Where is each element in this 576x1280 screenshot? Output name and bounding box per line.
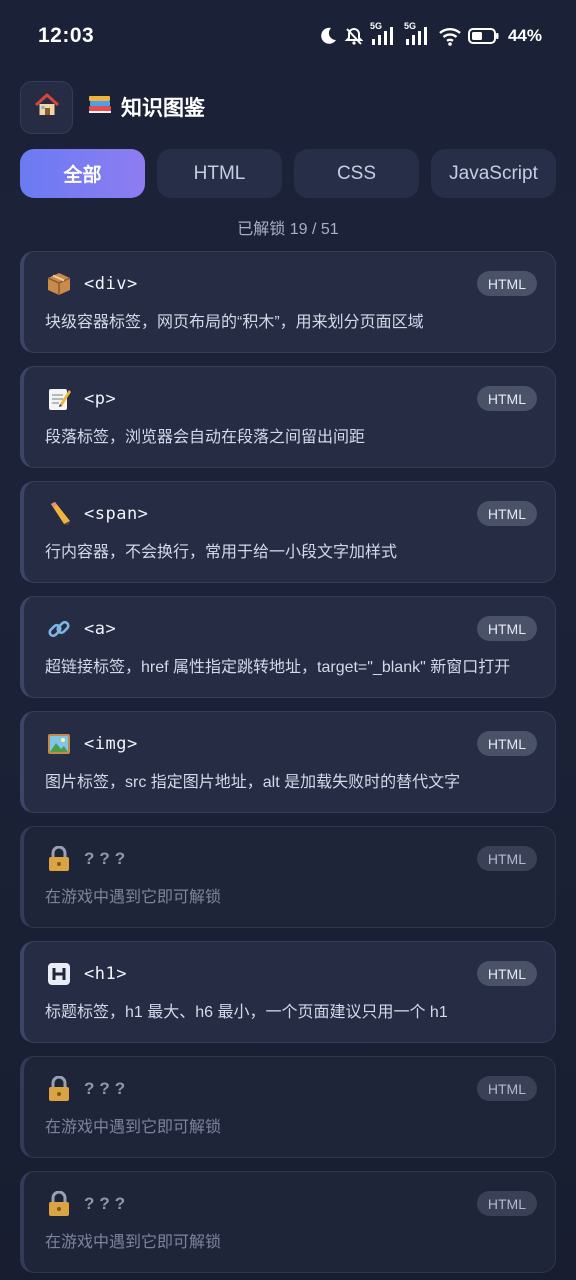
bell-off-icon [344, 26, 364, 46]
card-description: 在游戏中遇到它即可解锁 [45, 1234, 222, 1251]
card-name: ??? [84, 1079, 131, 1098]
books-icon [87, 92, 113, 122]
tab-css[interactable]: CSS [294, 149, 419, 198]
card-item-locked[interactable]: ??? HTML 在游戏中遇到它即可解锁 [20, 1171, 556, 1273]
card-name: <p> [84, 389, 117, 409]
category-badge: HTML [476, 501, 537, 526]
lock-icon [45, 1075, 73, 1103]
moon-icon [318, 26, 338, 46]
network-label-2: 5G [403, 21, 416, 31]
tab-html[interactable]: HTML [157, 149, 282, 198]
card-name: <span> [84, 504, 149, 524]
card-list: <div> HTML 块级容器标签，网页布局的“积木”，用来划分页面区域 <p>… [20, 251, 556, 1280]
category-badge: HTML [476, 1076, 537, 1101]
card-item[interactable]: <img> HTML 图片标签，src 指定图片地址，alt 是加载失败时的替代… [20, 711, 556, 813]
network-label-1: 5G [369, 21, 382, 31]
card-item-locked[interactable]: ??? HTML 在游戏中遇到它即可解锁 [20, 826, 556, 928]
category-badge: HTML [476, 271, 537, 296]
category-badge: HTML [476, 961, 537, 986]
package-icon [45, 270, 73, 298]
card-description: 在游戏中遇到它即可解锁 [45, 889, 222, 906]
battery-percent: 44% [507, 26, 542, 45]
card-item[interactable]: <h1> HTML 标题标签，h1 最大、h6 最小，一个页面建议只用一个 h1 [20, 941, 556, 1043]
category-badge: HTML [476, 846, 537, 871]
category-badge: HTML [476, 616, 537, 641]
card-name: ??? [84, 849, 131, 868]
category-badge: HTML [476, 731, 537, 756]
link-icon [45, 615, 73, 643]
battery-icon [467, 27, 500, 45]
tab-all[interactable]: 全部 [20, 149, 145, 198]
memo-icon [45, 385, 73, 413]
status-time: 12:03 [38, 24, 95, 47]
lock-icon [45, 845, 73, 873]
card-description: 超链接标签，href 属性指定跳转地址，target="_blank" 新窗口打… [45, 659, 511, 676]
signal-icon: 5G [404, 21, 432, 46]
card-name: <a> [84, 619, 117, 639]
h-letter-icon [45, 960, 73, 988]
status-bar: 12:03 5G 5G 44% [0, 0, 576, 72]
category-badge: HTML [476, 1191, 537, 1216]
card-description: 标题标签，h1 最大、h6 最小，一个页面建议只用一个 h1 [45, 1004, 448, 1021]
wifi-icon [438, 26, 462, 46]
card-description: 段落标签，浏览器会自动在段落之间留出间距 [45, 429, 366, 446]
card-name: <div> [84, 274, 138, 294]
picture-icon [45, 730, 73, 758]
status-icons: 5G 5G 44% [318, 21, 542, 46]
card-name: <h1> [84, 964, 127, 984]
signal-icon: 5G [370, 21, 398, 46]
card-description: 行内容器，不会换行，常用于给一小段文字加样式 [45, 544, 398, 561]
card-description: 在游戏中遇到它即可解锁 [45, 1119, 222, 1136]
card-item[interactable]: <p> HTML 段落标签，浏览器会自动在段落之间留出间距 [20, 366, 556, 468]
lock-icon [45, 1190, 73, 1218]
card-description: 图片标签，src 指定图片地址，alt 是加载失败时的替代文字 [45, 774, 461, 791]
card-item-locked[interactable]: ??? HTML 在游戏中遇到它即可解锁 [20, 1056, 556, 1158]
category-badge: HTML [476, 386, 537, 411]
home-button[interactable] [20, 80, 73, 134]
card-description: 块级容器标签，网页布局的“积木”，用来划分页面区域 [45, 314, 424, 331]
card-name: <img> [84, 734, 138, 754]
pencil-icon [45, 500, 73, 528]
title-text: 知识图鉴 [121, 97, 205, 120]
tab-javascript[interactable]: JavaScript [431, 149, 556, 198]
filter-tabs: 全部 HTML CSS JavaScript [20, 149, 556, 198]
unlock-progress: 已解锁 19 / 51 [237, 221, 339, 238]
header: 知识图鉴 [20, 80, 556, 134]
card-name: ??? [84, 1194, 131, 1213]
card-item[interactable]: <div> HTML 块级容器标签，网页布局的“积木”，用来划分页面区域 [20, 251, 556, 353]
page-title: 知识图鉴 [87, 92, 205, 122]
card-item[interactable]: <span> HTML 行内容器，不会换行，常用于给一小段文字加样式 [20, 481, 556, 583]
house-icon [33, 91, 61, 124]
card-item[interactable]: <a> HTML 超链接标签，href 属性指定跳转地址，target="_bl… [20, 596, 556, 698]
